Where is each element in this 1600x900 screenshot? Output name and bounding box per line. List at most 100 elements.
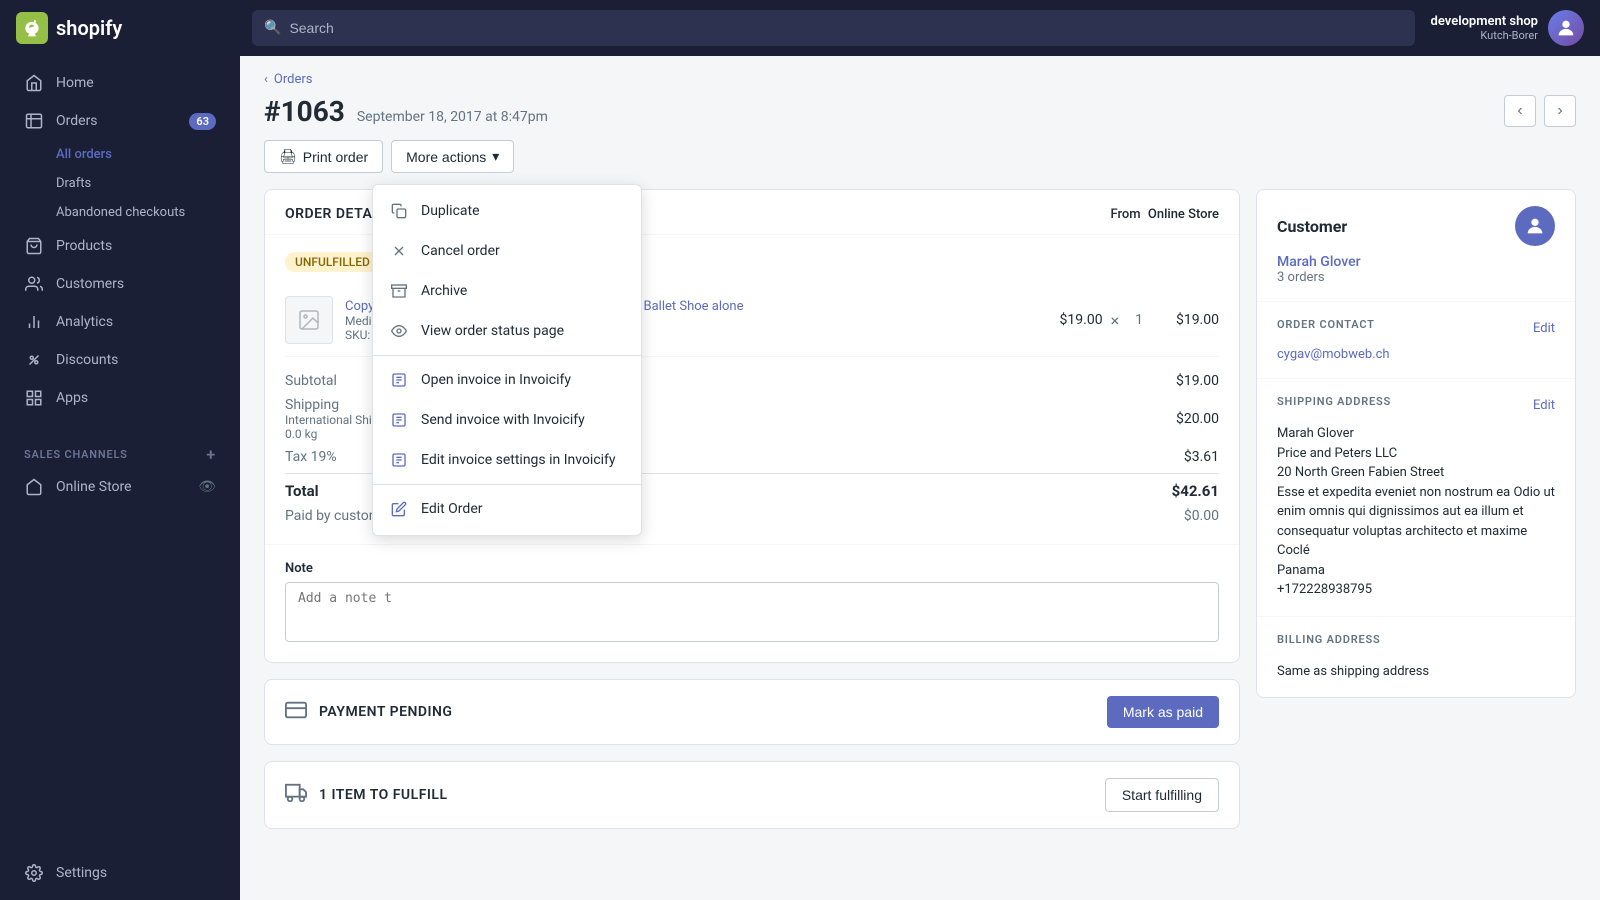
archive-icon (389, 281, 409, 301)
dropdown-item-archive[interactable]: Archive (373, 271, 641, 311)
item-image (285, 296, 333, 344)
sidebar-item-abandoned[interactable]: Abandoned checkouts (8, 199, 232, 226)
x-icon (389, 241, 409, 261)
note-input[interactable] (285, 582, 1219, 642)
toolbar: 🖨 Print order More actions ▾ Duplicate (264, 140, 1576, 173)
online-store-label: Online Store (56, 479, 132, 495)
contact-edit-btn[interactable]: Edit (1533, 321, 1555, 336)
sidebar-item-online-store[interactable]: Online Store 👁 (8, 469, 232, 505)
apps-icon (24, 388, 44, 408)
duplicate-label: Duplicate (421, 203, 480, 219)
copy-icon (389, 201, 409, 221)
dropdown-divider (373, 355, 641, 356)
shopify-logo-icon (16, 12, 48, 44)
fulfill-card: 1 ITEM TO FULFILL Start fulfilling (264, 761, 1240, 829)
prev-order-btn[interactable]: ‹ (1504, 95, 1536, 127)
customer-avatar (1515, 206, 1555, 246)
drafts-label: Drafts (56, 176, 91, 191)
customer-header: Customer (1277, 206, 1555, 246)
shipping-name: Marah Glover (1277, 424, 1555, 444)
sidebar-item-products[interactable]: Products (8, 228, 232, 264)
subtotal-label: Subtotal (285, 373, 337, 389)
contact-email[interactable]: cygav@mobweb.ch (1277, 347, 1555, 362)
shop-sub: Kutch-Borer (1431, 29, 1538, 42)
fulfill-body: 1 ITEM TO FULFILL Start fulfilling (265, 762, 1239, 828)
user-menu[interactable]: development shop Kutch-Borer (1431, 10, 1584, 46)
shipping-value: $20.00 (1176, 411, 1219, 427)
contact-section-label: ORDER CONTACT (1277, 318, 1375, 331)
total-value: $42.61 (1172, 482, 1219, 500)
start-fulfilling-btn[interactable]: Start fulfilling (1105, 778, 1219, 812)
fulfill-title: 1 ITEM TO FULFILL (319, 787, 448, 803)
print-order-btn[interactable]: 🖨 Print order (264, 140, 383, 173)
page-header: #1063 September 18, 2017 at 8:47pm ‹ › (264, 95, 1576, 128)
avatar (1548, 10, 1584, 46)
home-icon (24, 73, 44, 93)
eye-icon (389, 321, 409, 341)
price-row: $19.00 × 1 $19.00 (1060, 311, 1219, 330)
billing-header: BILLING ADDRESS (1277, 633, 1555, 654)
chevron-down-icon: ▾ (492, 148, 499, 165)
dropdown-item-view-status[interactable]: View order status page (373, 311, 641, 351)
pending-left: PAYMENT PENDING (285, 699, 452, 726)
printer-icon: 🖨 (279, 148, 297, 165)
dropdown-item-cancel[interactable]: Cancel order (373, 231, 641, 271)
note-label: Note (285, 561, 1219, 576)
dropdown-menu: Duplicate Cancel order Archive (372, 184, 642, 536)
shipping-address: Marah Glover Price and Peters LLC 20 Nor… (1277, 424, 1555, 600)
analytics-label: Analytics (56, 314, 113, 330)
sidebar-item-analytics[interactable]: Analytics (8, 304, 232, 340)
orders-badge: 63 (189, 113, 216, 130)
sidebar-item-home[interactable]: Home (8, 65, 232, 101)
mark-as-paid-btn[interactable]: Mark as paid (1107, 696, 1219, 728)
dropdown-item-send-invoice[interactable]: Send invoice with Invoicify (373, 400, 641, 440)
search-input[interactable] (289, 20, 1402, 36)
sidebar-item-settings[interactable]: Settings (8, 855, 232, 891)
orders-icon (24, 111, 44, 131)
invoicify-icon-1 (389, 370, 409, 390)
breadcrumb[interactable]: ‹ Orders (264, 72, 1576, 87)
contact-header: ORDER CONTACT Edit (1277, 318, 1555, 339)
sales-channels-label: SALES CHANNELS + (0, 433, 240, 468)
add-sales-channel-btn[interactable]: + (206, 445, 216, 464)
customer-name[interactable]: Marah Glover (1277, 254, 1555, 270)
invoicify-icon-3 (389, 450, 409, 470)
sidebar-item-apps[interactable]: Apps (8, 380, 232, 416)
unfulfilled-badge: UNFULFILLED (285, 252, 380, 272)
logo[interactable]: shopify (16, 12, 236, 44)
price-x: × (1111, 311, 1120, 330)
sidebar-item-all-orders[interactable]: All orders (8, 141, 232, 168)
paid-value: $0.00 (1184, 508, 1219, 524)
sidebar-item-customers[interactable]: Customers (8, 266, 232, 302)
dropdown-item-open-invoice[interactable]: Open invoice in Invoicify (373, 360, 641, 400)
customer-orders: 3 orders (1277, 270, 1555, 285)
sidebar-item-discounts[interactable]: Discounts (8, 342, 232, 378)
order-number: #1063 (264, 95, 345, 128)
sidebar-item-drafts[interactable]: Drafts (8, 170, 232, 197)
archive-label: Archive (421, 283, 467, 299)
shipping-address-section: SHIPPING ADDRESS Edit Marah Glover Price… (1257, 378, 1575, 616)
shipping-edit-btn[interactable]: Edit (1533, 398, 1555, 413)
dropdown-divider-2 (373, 484, 641, 485)
more-actions-btn[interactable]: More actions ▾ (391, 140, 514, 173)
view-status-label: View order status page (421, 323, 564, 339)
discounts-label: Discounts (56, 352, 118, 368)
shipping-header: SHIPPING ADDRESS Edit (1277, 395, 1555, 416)
all-orders-label: All orders (56, 147, 112, 162)
shipping-section-label: SHIPPING ADDRESS (1277, 395, 1391, 408)
search-bar[interactable]: 🔍 (252, 10, 1415, 46)
customer-header-section: Customer Marah Glover 3 orders (1257, 190, 1575, 301)
next-order-btn[interactable]: › (1544, 95, 1576, 127)
from-badge: From Online Store (1111, 207, 1220, 222)
dropdown-item-edit-order[interactable]: Edit Order (373, 489, 641, 529)
credit-card-icon (285, 699, 307, 726)
sidebar-item-orders[interactable]: Orders 63 (8, 103, 232, 139)
order-contact-section: ORDER CONTACT Edit cygav@mobweb.ch (1257, 301, 1575, 378)
shipping-country: Panama (1277, 561, 1555, 581)
settings-icon (24, 863, 44, 883)
right-column: Customer Marah Glover 3 orders ORDER CON… (1256, 189, 1576, 829)
dropdown-item-edit-invoice[interactable]: Edit invoice settings in Invoicify (373, 440, 641, 480)
dropdown-item-duplicate[interactable]: Duplicate (373, 191, 641, 231)
customers-label: Customers (56, 276, 124, 292)
online-store-icon (24, 477, 44, 497)
